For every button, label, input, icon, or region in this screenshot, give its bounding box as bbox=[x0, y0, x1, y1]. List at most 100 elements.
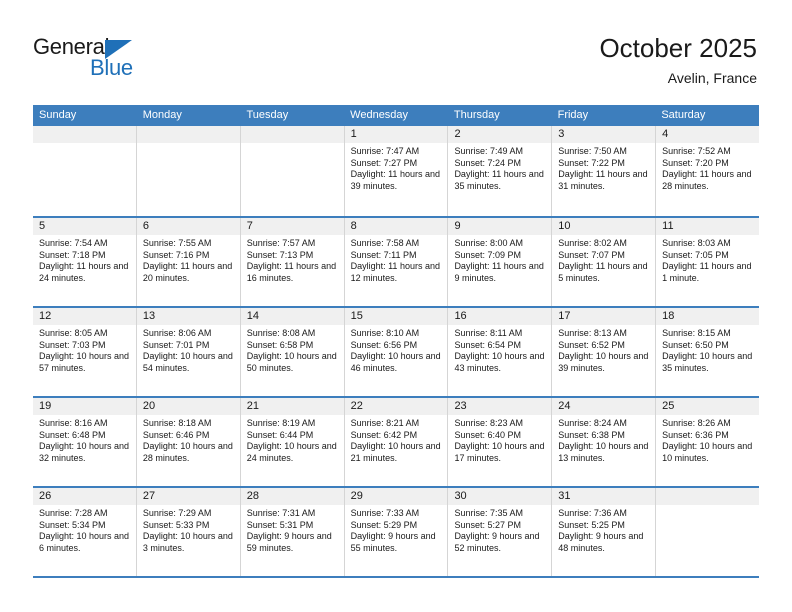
day-number: 19 bbox=[33, 398, 136, 415]
sunset-text: Sunset: 6:38 PM bbox=[558, 429, 625, 440]
day-cell[interactable]: 2 Sunrise: 7:49 AM Sunset: 7:24 PM Daylight… bbox=[448, 126, 553, 216]
day-cell[interactable]: 16 Sunrise: 8:11 AM Sunset: 6:54 PM Dayligh… bbox=[448, 308, 553, 396]
day-info: Sunrise: 7:55 AM Sunset: 7:16 PM Daylight:… bbox=[137, 235, 240, 284]
sunrise-text: Sunrise: 8:18 AM bbox=[142, 418, 212, 428]
sunset-text: Sunset: 6:56 PM bbox=[350, 339, 418, 350]
day-cell[interactable]: 23 Sunrise: 8:23 AM Sunset: 6:40 PM Dayligh… bbox=[448, 398, 553, 486]
daylight-text: Daylight: 10 hours and 32 minutes. bbox=[39, 441, 130, 463]
calendar-page: General Blue October 2025 Avelin, France… bbox=[0, 0, 792, 612]
weekday-header-thursday: Thursday bbox=[453, 109, 500, 121]
day-info: Sunrise: 7:47 AM Sunset: 7:27 PM Daylight:… bbox=[345, 143, 448, 192]
day-cell[interactable]: 14 Sunrise: 8:08 AM Sunset: 6:58 PM Dayligh… bbox=[240, 308, 345, 396]
day-cell[interactable]: 22 Sunrise: 8:21 AM Sunset: 6:42 PM Dayligh… bbox=[344, 398, 449, 486]
daylight-text: Daylight: 9 hours and 52 minutes. bbox=[454, 531, 540, 553]
sunset-text: Sunset: 5:33 PM bbox=[142, 519, 210, 530]
daylight-text: Daylight: 11 hours and 24 minutes. bbox=[39, 261, 129, 283]
calendar-grid: Sunday Monday Tuesday Wednesday Thursday Frid… bbox=[33, 105, 760, 578]
location-subtitle: Avelin, France bbox=[667, 70, 757, 86]
daylight-text: Daylight: 10 hours and 28 minutes. bbox=[142, 441, 233, 463]
daylight-text: Daylight: 10 hours and 57 minutes. bbox=[39, 351, 130, 373]
day-info: Sunrise: 8:05 AM Sunset: 7:03 PM Daylight:… bbox=[33, 325, 136, 374]
day-number: 11 bbox=[656, 218, 760, 235]
calendar-week-row: 1 Sunrise: 7:47 AM Sunset: 7:27 PM Daylight… bbox=[33, 126, 760, 216]
day-number: 27 bbox=[136, 488, 240, 505]
day-cell[interactable]: 4 Sunrise: 7:52 AM Sunset: 7:20 PM Daylight… bbox=[656, 126, 760, 216]
sunset-text: Sunset: 5:27 PM bbox=[454, 519, 521, 530]
day-number: 13 bbox=[136, 308, 240, 325]
calendar-weeks: 1 Sunrise: 7:47 AM Sunset: 7:27 PM Daylight… bbox=[33, 126, 760, 576]
day-info: Sunrise: 7:50 AM Sunset: 7:22 PM Daylight:… bbox=[552, 143, 655, 192]
day-cell[interactable]: 9 Sunrise: 8:00 AM Sunset: 7:09 PM Daylight… bbox=[448, 218, 553, 306]
day-info: Sunrise: 8:23 AM Sunset: 6:40 PM Daylight:… bbox=[448, 415, 551, 464]
day-cell[interactable]: 24 Sunrise: 8:24 AM Sunset: 6:38 PM Dayligh… bbox=[552, 398, 657, 486]
day-cell[interactable]: 13 Sunrise: 8:06 AM Sunset: 7:01 PM Dayligh… bbox=[136, 308, 241, 396]
day-number: 6 bbox=[136, 218, 240, 235]
sunrise-text: Sunrise: 8:02 AM bbox=[558, 238, 627, 248]
day-cell[interactable]: 11 Sunrise: 8:03 AM Sunset: 7:05 PM Dayligh… bbox=[656, 218, 760, 306]
sunrise-text: Sunrise: 8:19 AM bbox=[246, 418, 316, 428]
sunset-text: Sunset: 6:46 PM bbox=[142, 429, 210, 440]
daylight-text: Daylight: 10 hours and 24 minutes. bbox=[246, 441, 337, 463]
day-cell[interactable]: 7 Sunrise: 7:57 AM Sunset: 7:13 PM Daylight… bbox=[240, 218, 345, 306]
daylight-text: Daylight: 9 hours and 59 minutes. bbox=[246, 531, 332, 553]
weekday-header-wednesday: Wednesday bbox=[350, 109, 409, 121]
day-cell[interactable]: 31 Sunrise: 7:36 AM Sunset: 5:25 PM Dayligh… bbox=[552, 488, 657, 576]
sunrise-text: Sunrise: 7:29 AM bbox=[142, 508, 212, 518]
weekday-header-tuesday: Tuesday bbox=[246, 109, 289, 121]
day-cell[interactable]: 3 Sunrise: 7:50 AM Sunset: 7:22 PM Daylight… bbox=[552, 126, 657, 216]
sunrise-text: Sunrise: 7:50 AM bbox=[558, 146, 627, 156]
day-cell[interactable]: 19 Sunrise: 8:16 AM Sunset: 6:48 PM Dayligh… bbox=[33, 398, 137, 486]
sunset-text: Sunset: 7:01 PM bbox=[142, 339, 210, 350]
sunset-text: Sunset: 7:09 PM bbox=[454, 249, 521, 260]
weekday-header-friday: Friday bbox=[557, 109, 589, 121]
day-number bbox=[656, 488, 760, 505]
daylight-text: Daylight: 9 hours and 55 minutes. bbox=[350, 531, 436, 553]
sunset-text: Sunset: 7:24 PM bbox=[454, 157, 521, 168]
sunrise-text: Sunrise: 8:06 AM bbox=[142, 328, 212, 338]
day-cell[interactable]: 12 Sunrise: 8:05 AM Sunset: 7:03 PM Dayligh… bbox=[33, 308, 137, 396]
day-info: Sunrise: 7:28 AM Sunset: 5:34 PM Daylight:… bbox=[33, 505, 136, 554]
sunrise-text: Sunrise: 7:54 AM bbox=[39, 238, 108, 248]
day-cell[interactable]: 5 Sunrise: 7:54 AM Sunset: 7:18 PM Daylight… bbox=[33, 218, 137, 306]
sunset-text: Sunset: 6:48 PM bbox=[39, 429, 106, 440]
sunset-text: Sunset: 5:31 PM bbox=[246, 519, 314, 530]
daylight-text: Daylight: 10 hours and 50 minutes. bbox=[246, 351, 337, 373]
daylight-text: Daylight: 11 hours and 12 minutes. bbox=[350, 261, 440, 283]
day-cell[interactable]: 26 Sunrise: 7:28 AM Sunset: 5:34 PM Dayligh… bbox=[33, 488, 137, 576]
day-cell[interactable]: 10 Sunrise: 8:02 AM Sunset: 7:07 PM Dayligh… bbox=[552, 218, 657, 306]
day-cell[interactable]: 6 Sunrise: 7:55 AM Sunset: 7:16 PM Daylight… bbox=[136, 218, 241, 306]
day-info: Sunrise: 8:19 AM Sunset: 6:44 PM Daylight:… bbox=[241, 415, 344, 464]
day-info: Sunrise: 7:58 AM Sunset: 7:11 PM Daylight:… bbox=[345, 235, 448, 284]
day-cell[interactable]: 17 Sunrise: 8:13 AM Sunset: 6:52 PM Dayligh… bbox=[552, 308, 657, 396]
calendar-week-row: 26 Sunrise: 7:28 AM Sunset: 5:34 PM Dayligh… bbox=[33, 486, 760, 576]
sunrise-text: Sunrise: 8:23 AM bbox=[454, 418, 523, 428]
day-cell[interactable]: 28 Sunrise: 7:31 AM Sunset: 5:31 PM Dayligh… bbox=[240, 488, 345, 576]
sunrise-text: Sunrise: 8:21 AM bbox=[350, 418, 420, 428]
sunrise-text: Sunrise: 7:52 AM bbox=[662, 146, 731, 156]
weekday-header-sunday: Sunday bbox=[39, 109, 77, 121]
page-title: October 2025 bbox=[599, 33, 757, 63]
day-cell[interactable]: 18 Sunrise: 8:15 AM Sunset: 6:50 PM Dayligh… bbox=[656, 308, 760, 396]
day-info: Sunrise: 7:35 AM Sunset: 5:27 PM Daylight:… bbox=[448, 505, 551, 554]
day-cell[interactable]: 20 Sunrise: 8:18 AM Sunset: 6:46 PM Dayligh… bbox=[136, 398, 241, 486]
day-cell[interactable]: 1 Sunrise: 7:47 AM Sunset: 7:27 PM Daylight… bbox=[344, 126, 449, 216]
sunset-text: Sunset: 7:03 PM bbox=[39, 339, 106, 350]
daylight-text: Daylight: 10 hours and 13 minutes. bbox=[558, 441, 649, 463]
sunrise-text: Sunrise: 8:05 AM bbox=[39, 328, 108, 338]
day-cell[interactable]: 29 Sunrise: 7:33 AM Sunset: 5:29 PM Dayligh… bbox=[344, 488, 449, 576]
sunrise-text: Sunrise: 8:00 AM bbox=[454, 238, 523, 248]
general-blue-logo: General Blue bbox=[33, 34, 163, 84]
day-cell[interactable]: 27 Sunrise: 7:29 AM Sunset: 5:33 PM Dayligh… bbox=[136, 488, 241, 576]
day-cell[interactable]: 25 Sunrise: 8:26 AM Sunset: 6:36 PM Dayligh… bbox=[656, 398, 760, 486]
day-cell[interactable]: 15 Sunrise: 8:10 AM Sunset: 6:56 PM Dayligh… bbox=[344, 308, 449, 396]
day-cell[interactable]: 21 Sunrise: 8:19 AM Sunset: 6:44 PM Dayligh… bbox=[240, 398, 345, 486]
day-cell[interactable]: 30 Sunrise: 7:35 AM Sunset: 5:27 PM Dayligh… bbox=[448, 488, 553, 576]
day-info: Sunrise: 8:18 AM Sunset: 6:46 PM Daylight:… bbox=[137, 415, 240, 464]
page-header: General Blue October 2025 Avelin, France bbox=[0, 0, 792, 104]
day-cell[interactable]: 8 Sunrise: 7:58 AM Sunset: 7:11 PM Daylight… bbox=[344, 218, 449, 306]
daylight-text: Daylight: 11 hours and 31 minutes. bbox=[558, 169, 648, 191]
sunset-text: Sunset: 6:40 PM bbox=[454, 429, 521, 440]
daylight-text: Daylight: 11 hours and 16 minutes. bbox=[246, 261, 337, 283]
sunrise-text: Sunrise: 7:36 AM bbox=[558, 508, 627, 518]
day-info: Sunrise: 7:33 AM Sunset: 5:29 PM Daylight:… bbox=[345, 505, 448, 554]
